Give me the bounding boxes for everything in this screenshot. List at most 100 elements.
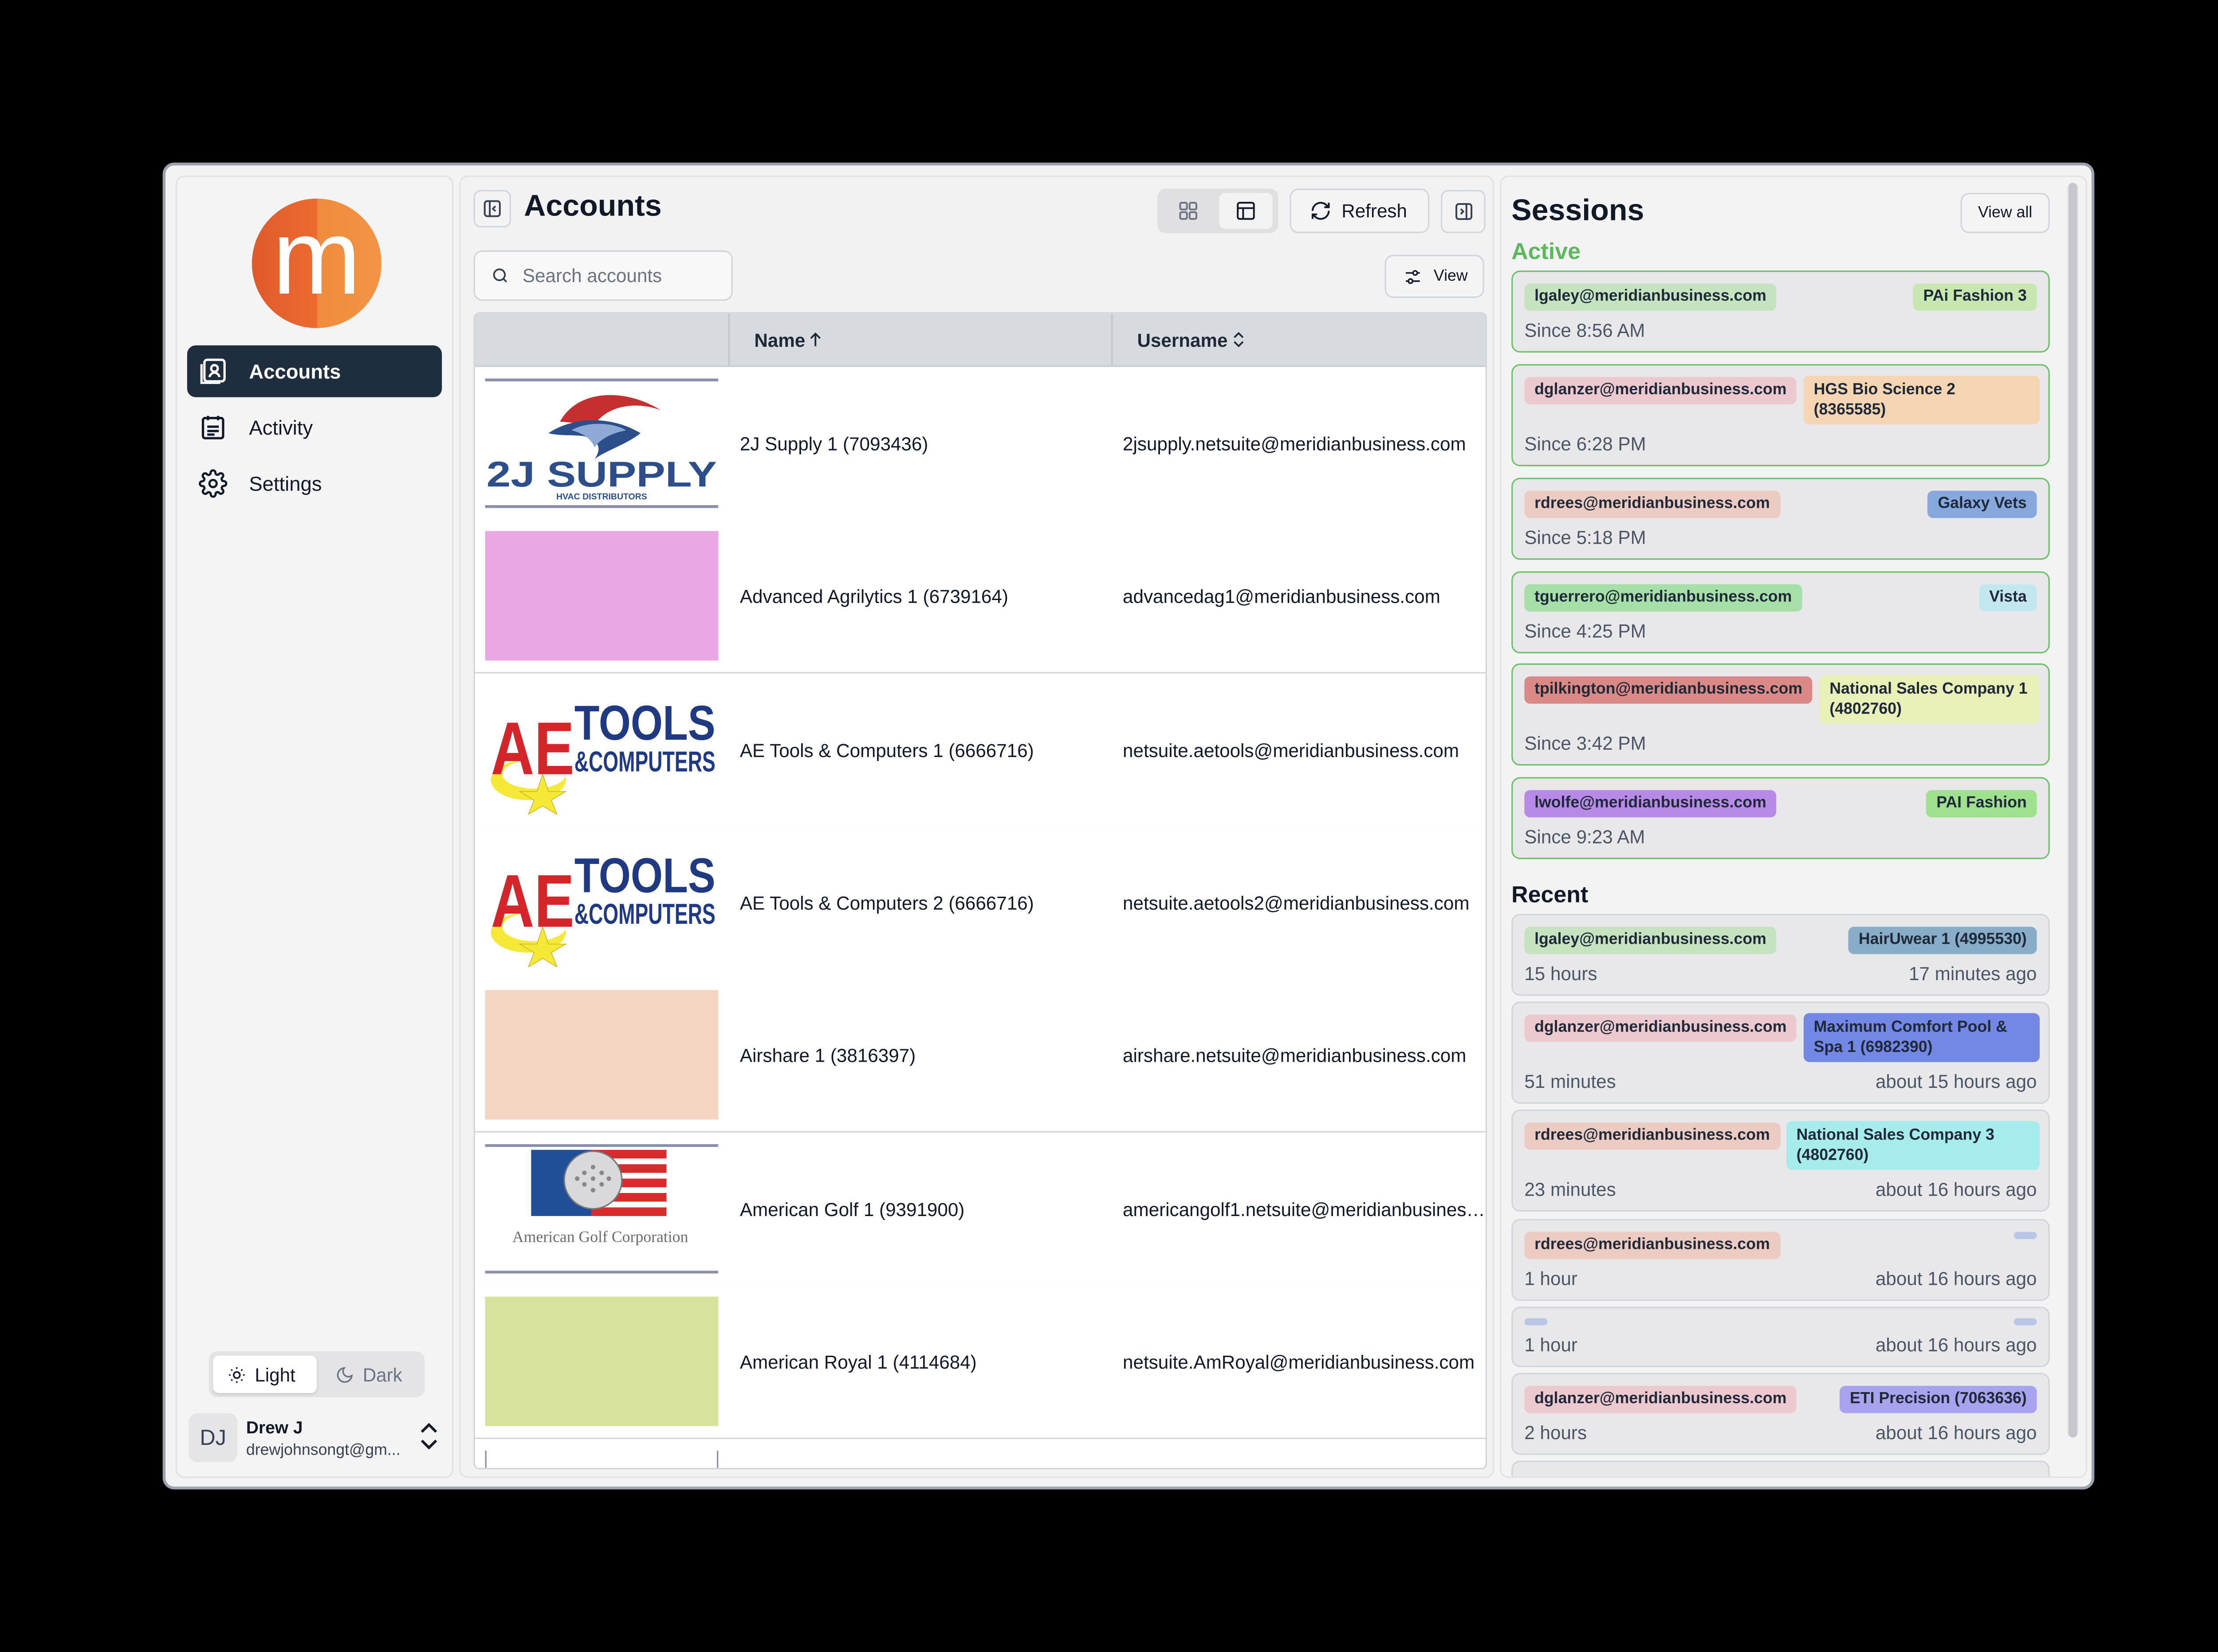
session-user-badge: rdrees@meridianbusiness.com: [1524, 490, 1780, 518]
recent-session-card[interactable]: 1 hour about 16 hours ago: [1511, 1307, 2050, 1367]
active-section-title: Active: [1511, 240, 1581, 265]
user-menu[interactable]: DJ Drew J drewjohnsongt@gm...: [189, 1412, 445, 1469]
session-duration: 2 hours: [1524, 1421, 1587, 1444]
account-logo-placeholder: [485, 990, 719, 1120]
theme-light-button[interactable]: Light: [213, 1355, 317, 1393]
view-label: View: [1433, 267, 1468, 285]
sidebar-item-settings[interactable]: Settings: [187, 458, 442, 510]
table-row[interactable]: [475, 1439, 1486, 1468]
logo-text: TOOLS: [574, 696, 716, 750]
username-column-header[interactable]: Username: [1137, 314, 1245, 365]
user-name: Drew J: [246, 1417, 303, 1438]
active-session-card[interactable]: rdrees@meridianbusiness.com Galaxy Vets …: [1511, 478, 2050, 560]
session-user-badge: lgaley@meridianbusiness.com: [1524, 283, 1777, 311]
sort-icon: [1233, 332, 1243, 348]
session-user-badge: dglanzer@meridianbusiness.com: [1524, 1385, 1797, 1413]
panel-right-icon: [1455, 203, 1472, 220]
account-logo-placeholder: [485, 531, 719, 661]
account-username: advancedag1@meridianbusiness.com: [1123, 585, 1440, 607]
sessions-scrollbar[interactable]: [2067, 183, 2079, 1438]
session-account-badge: ETI Precision (7063636): [1840, 1385, 2037, 1413]
session-user-badge: lwolfe@meridianbusiness.com: [1524, 790, 1777, 818]
session-account-placeholder: [2014, 1318, 2037, 1326]
recent-session-card[interactable]: rdrees@meridianbusiness.com 1 hour about…: [1511, 1219, 2050, 1301]
refresh-label: Refresh: [1341, 200, 1407, 222]
recent-session-card[interactable]: [1511, 1460, 2050, 1477]
logo-text: American Golf Corporation: [512, 1228, 688, 1245]
session-ago: about 16 hours ago: [1875, 1334, 2037, 1356]
recent-session-card[interactable]: lgaley@meridianbusiness.com HairUwear 1 …: [1511, 914, 2050, 996]
chevron-up-down-icon: [421, 1423, 437, 1450]
table-row[interactable]: Advanced Agrilytics 1 (6739164) advanced…: [475, 519, 1486, 674]
name-column-label: Name: [754, 329, 806, 351]
session-since: Since 5:18 PM: [1524, 526, 1646, 549]
app-logo: m: [252, 197, 381, 328]
account-name: American Golf 1 (9391900): [739, 1198, 965, 1220]
logo-text: AE: [491, 859, 574, 943]
logo-subtext: HVAC DISTRIBUTORS: [556, 492, 647, 502]
table-row[interactable]: Airshare 1 (3816397) airshare.netsuite@m…: [475, 978, 1486, 1133]
sessions-panel: Sessions View all Active lgaley@meridian…: [1500, 175, 2088, 1478]
view-options-button[interactable]: View: [1384, 255, 1484, 298]
session-ago: about 15 hours ago: [1875, 1071, 2037, 1092]
table-row[interactable]: American Golf Corporation American Golf …: [475, 1132, 1486, 1287]
app-window: m Accounts Activity Settings Light Dark …: [162, 162, 2095, 1490]
table-row[interactable]: AE TOOLS &COMPUTERS AE Tools & Computers…: [475, 673, 1486, 828]
table-header: Name Username: [475, 314, 1486, 367]
session-duration: 1 hour: [1524, 1267, 1578, 1290]
grid-view-button[interactable]: [1162, 193, 1215, 229]
accounts-panel: Accounts Refresh View: [459, 175, 1494, 1478]
search-icon: [493, 268, 507, 283]
session-user-badge: tguerrero@meridianbusiness.com: [1524, 584, 1802, 612]
sliders-icon: [1406, 269, 1420, 283]
scrollbar-thumb[interactable]: [2068, 183, 2077, 1438]
session-account-badge: Vista: [1979, 584, 2037, 612]
sidebar-item-label: Accounts: [249, 360, 341, 383]
session-duration: 51 minutes: [1524, 1071, 1616, 1092]
search-input[interactable]: [519, 263, 727, 288]
view-all-button[interactable]: View all: [1960, 192, 2050, 233]
refresh-icon: [1311, 202, 1330, 220]
name-column-header[interactable]: Name: [754, 314, 824, 365]
user-email: drewjohnsongt@gm...: [246, 1442, 401, 1460]
sidebar-item-activity[interactable]: Activity: [187, 401, 442, 453]
session-duration: 1 hour: [1524, 1334, 1578, 1356]
table-row[interactable]: American Royal 1 (4114684) netsuite.AmRo…: [475, 1285, 1486, 1439]
panel-left-icon: [484, 200, 501, 217]
active-session-card[interactable]: dglanzer@meridianbusiness.com HGS Bio Sc…: [1511, 364, 2050, 467]
sidebar-item-label: Activity: [249, 416, 313, 439]
active-session-card[interactable]: lgaley@meridianbusiness.com PAi Fashion …: [1511, 271, 2050, 353]
table-view-button[interactable]: [1219, 192, 1273, 229]
account-username: airshare.netsuite@meridianbusiness.com: [1123, 1044, 1467, 1066]
active-session-card[interactable]: lwolfe@meridianbusiness.com PAI Fashion …: [1511, 777, 2050, 859]
collapse-sidebar-button[interactable]: [473, 190, 511, 228]
page-title: Accounts: [524, 190, 662, 223]
account-name: Advanced Agrilytics 1 (6739164): [739, 585, 1008, 607]
active-session-card[interactable]: tpilkington@meridianbusiness.com Nationa…: [1511, 663, 2050, 766]
active-session-card[interactable]: tguerrero@meridianbusiness.com Vista Sin…: [1511, 571, 2050, 654]
sessions-title: Sessions: [1511, 194, 1644, 228]
logo-text: 2J SUPPLY: [487, 455, 717, 494]
session-user-badge: rdrees@meridianbusiness.com: [1524, 1122, 1780, 1150]
refresh-button[interactable]: Refresh: [1290, 188, 1430, 233]
recent-session-card[interactable]: dglanzer@meridianbusiness.com Maximum Co…: [1511, 1001, 2050, 1104]
recent-session-card[interactable]: dglanzer@meridianbusiness.com ETI Precis…: [1511, 1373, 2050, 1455]
theme-dark-button[interactable]: Dark: [321, 1356, 419, 1393]
session-since: Since 3:42 PM: [1524, 732, 1646, 754]
account-username: netsuite.aetools2@meridianbusiness.com: [1123, 891, 1470, 913]
session-user-badge: dglanzer@meridianbusiness.com: [1524, 377, 1797, 404]
session-account-badge: Galaxy Vets: [1927, 490, 2037, 518]
recent-session-card[interactable]: rdrees@meridianbusiness.com National Sal…: [1511, 1109, 2050, 1212]
grid-icon: [1179, 202, 1197, 220]
session-account-badge: Maximum Comfort Pool & Spa 1 (6982390): [1803, 1013, 2040, 1062]
accounts-table: Name Username 2J SUPPLY HVAC DISTRIBUTOR…: [473, 312, 1487, 1470]
table-row[interactable]: AE TOOLS &COMPUTERS AE Tools & Computers…: [475, 826, 1486, 980]
table-row[interactable]: 2J SUPPLY HVAC DISTRIBUTORS 2J Supply 1 …: [475, 367, 1486, 521]
sidebar-item-accounts[interactable]: Accounts: [187, 345, 442, 397]
search-box: [473, 250, 733, 301]
account-logo: [485, 1450, 719, 1468]
account-logo-placeholder: [485, 1296, 719, 1426]
account-logo-2j-supply: 2J SUPPLY HVAC DISTRIBUTORS: [485, 378, 719, 508]
toggle-sessions-panel-button[interactable]: [1441, 190, 1486, 233]
session-account-badge: National Sales Company 3 (4802760): [1786, 1121, 2040, 1170]
